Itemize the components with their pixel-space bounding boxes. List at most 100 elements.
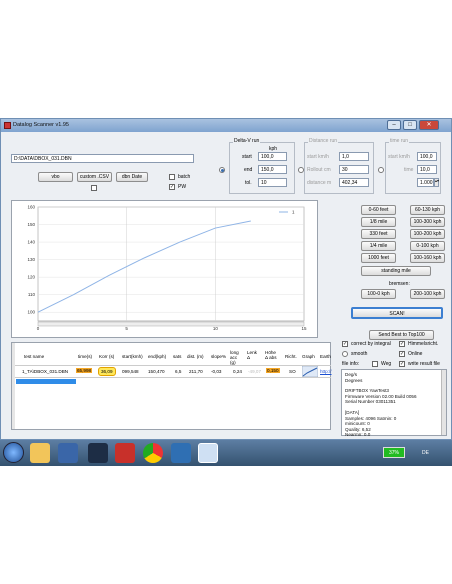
distance-start-input[interactable]: 1,0: [339, 152, 369, 161]
scan-button[interactable]: SCAN!: [351, 307, 443, 319]
language-indicator[interactable]: DE: [422, 450, 429, 456]
col-end: end(kph): [148, 354, 167, 359]
col-slope: slope%: [211, 354, 227, 359]
preset-right-button[interactable]: 100-200 kph: [410, 229, 445, 239]
preset-right-button[interactable]: 100-160 kph: [410, 253, 445, 263]
time-run-radio[interactable]: [378, 167, 384, 173]
app-icon: [4, 122, 11, 129]
cell-start: 099,548: [122, 369, 139, 374]
minimize-button[interactable]: –: [387, 120, 401, 130]
spinner-arrows-icon[interactable]: ▴▾: [434, 178, 439, 187]
delta-v-end-input[interactable]: 150,0: [258, 165, 287, 174]
col-richt: Richt.: [285, 354, 297, 359]
preset-left-button[interactable]: 1/8 mile: [361, 217, 396, 227]
pw-checkbox[interactable]: ✓: [169, 184, 175, 190]
time-start-label: start km/h: [388, 154, 410, 160]
cell-slope: -0,03: [211, 369, 222, 374]
send-best-button[interactable]: Send Best to Top100: [369, 330, 434, 340]
explorer-icon[interactable]: [30, 443, 50, 463]
col-start: start(kmh): [122, 354, 143, 359]
chrome-icon[interactable]: [143, 443, 163, 463]
time-input[interactable]: 10,0: [417, 165, 437, 174]
cell-richt: SO: [289, 369, 296, 374]
window-title: Datalog Scanner v1.95: [13, 122, 69, 128]
close-button[interactable]: ✕: [419, 120, 439, 130]
delta-v-tol-label: tol.: [245, 180, 252, 186]
cell-sats: 6,5: [175, 369, 182, 374]
time-spinner[interactable]: 1.000: [417, 178, 434, 187]
preset-left-button[interactable]: 1/4 mile: [361, 241, 396, 251]
col-dist: dist. (m): [187, 354, 204, 359]
col-lenk: Lenk Δ: [247, 350, 257, 360]
battery-icon[interactable]: 37%: [383, 447, 405, 458]
braking-label: bremsen:: [389, 281, 410, 287]
datalog-scanner-task-icon[interactable]: [198, 443, 218, 463]
new-row-selection[interactable]: [16, 379, 76, 384]
himmelsricht-checkbox[interactable]: ✓: [399, 341, 405, 347]
delta-v-start-input[interactable]: 100,0: [258, 152, 287, 161]
delta-v-radio[interactable]: [219, 167, 225, 173]
file-info-label: file info:: [342, 361, 360, 367]
preset-left-button[interactable]: 0-60 feet: [361, 205, 396, 215]
distance-input[interactable]: 402,34: [339, 178, 369, 187]
col-earth: Earth: [320, 354, 331, 359]
app-window: Datalog Scanner v1.95 – □ ✕ D:\DATA\DBOX…: [0, 118, 452, 440]
cell-hoehe: 0,150: [266, 368, 280, 373]
time-label: time: [404, 167, 414, 173]
preset-left-button[interactable]: 1000 feet: [361, 253, 396, 263]
col-acc: long acc (g): [230, 350, 239, 365]
batch-checkbox[interactable]: [169, 174, 175, 180]
col-time: time(s): [78, 354, 93, 359]
preset-left-button[interactable]: 330 feet: [361, 229, 396, 239]
vbo-button[interactable]: vbo: [38, 172, 73, 182]
brake-200-100-button[interactable]: 200-100 kph: [410, 289, 445, 299]
distance-run-radio[interactable]: [298, 167, 304, 173]
y-tick-label: 130: [27, 257, 35, 262]
preset-right-button[interactable]: 0-100 kph: [410, 241, 445, 251]
rollout-input[interactable]: 30: [339, 165, 369, 174]
online-checkbox[interactable]: ✓: [399, 351, 405, 357]
x-tick-label: 5: [125, 326, 128, 331]
standing-mile-button[interactable]: standing mile: [361, 266, 431, 276]
delta-v-end-label: end: [244, 167, 253, 173]
correct-integral-checkbox[interactable]: ✓: [342, 341, 348, 347]
custom-csv-button[interactable]: custom .CSV: [77, 172, 112, 182]
cell-test-name: 1_TA\DBOX_031.DBN: [22, 369, 69, 374]
display-icon[interactable]: [88, 443, 108, 463]
y-tick-label: 140: [27, 240, 35, 245]
smooth-radio[interactable]: [342, 351, 348, 357]
preset-right-button[interactable]: 100-300 kph: [410, 217, 445, 227]
y-tick-label: 100: [27, 310, 35, 315]
online-label: Online: [408, 351, 423, 357]
distance-label: distance m: [307, 180, 332, 186]
x-tick-label: 0: [37, 326, 40, 331]
app-box-icon[interactable]: [115, 443, 135, 463]
graph-thumbnail-icon[interactable]: [302, 366, 318, 377]
speed-chart: 1001101201301401501600 5 10 151: [27, 205, 307, 332]
earth-link[interactable]: http://: [320, 369, 332, 374]
brake-100-0-button[interactable]: 100-0 kph: [361, 289, 396, 299]
dbn-date-button[interactable]: dbn Date: [116, 172, 148, 182]
photo-viewer-icon[interactable]: [171, 443, 191, 463]
x-tick-label: 10: [213, 326, 219, 331]
himmelsricht-label: Himmelsricht.: [408, 341, 439, 347]
preset-right-button[interactable]: 60-130 kph: [410, 205, 445, 215]
csv-option-checkbox[interactable]: [91, 185, 97, 191]
delta-v-start-label: start: [242, 154, 252, 160]
weg-label: Weg: [381, 361, 392, 367]
file-path-field[interactable]: D:\DATA\DBOX_031.DBN: [11, 154, 194, 163]
delta-v-tol-input[interactable]: 10: [258, 178, 287, 187]
start-button-icon[interactable]: [3, 442, 24, 463]
time-start-input[interactable]: 100,0: [417, 152, 437, 161]
cell-end: 150,470: [148, 369, 165, 374]
maximize-button[interactable]: □: [403, 120, 417, 130]
cell-acc: 0,24: [233, 369, 242, 374]
info-scrollbar[interactable]: [441, 370, 446, 435]
write-result-checkbox[interactable]: ✓: [399, 361, 405, 367]
row-header-strip: [12, 343, 15, 429]
y-tick-label: 120: [27, 275, 35, 280]
y-tick-label: 150: [27, 222, 35, 227]
media-player-icon[interactable]: [58, 443, 78, 463]
weg-checkbox[interactable]: [372, 361, 378, 367]
distance-start-label: start km/h: [307, 154, 329, 160]
